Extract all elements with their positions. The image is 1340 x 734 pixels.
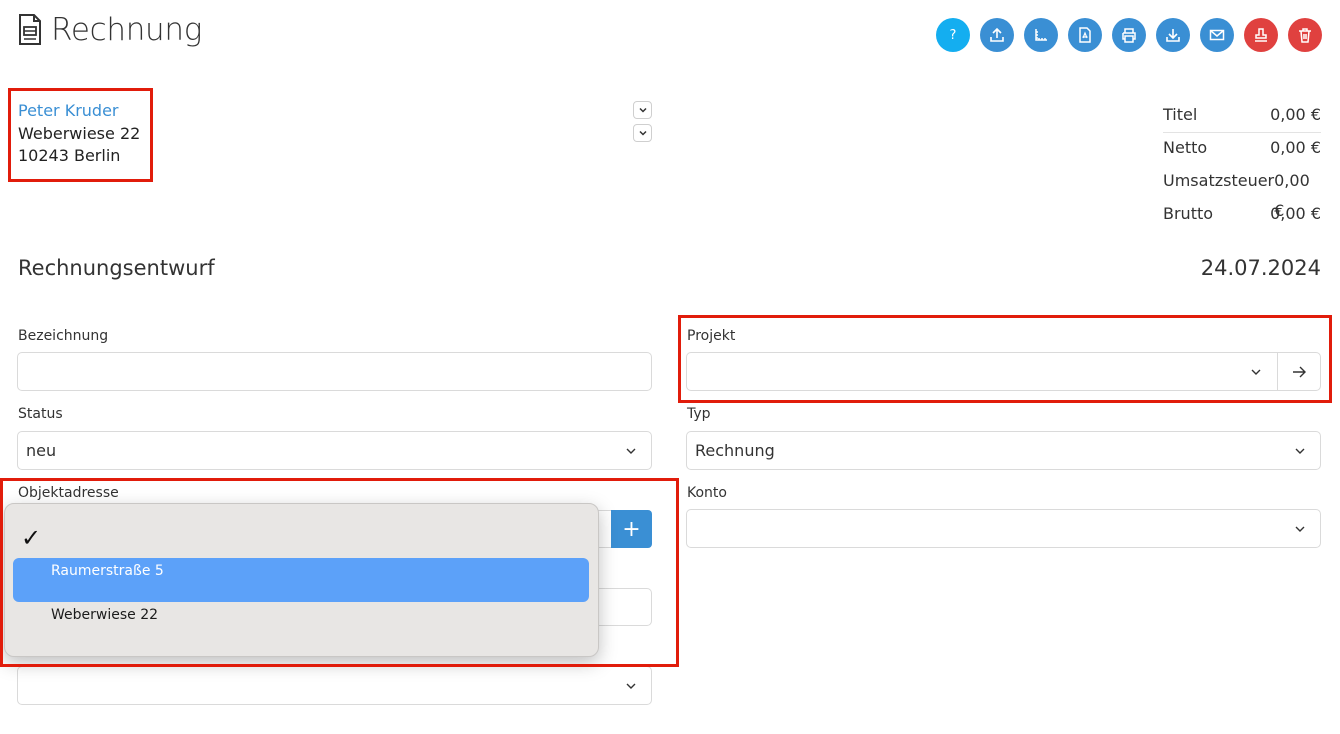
typ-value: Rechnung (695, 441, 775, 460)
status-label: Status (18, 406, 63, 422)
help-icon: ? (949, 27, 957, 43)
totals-table: Titel 0,00 € Netto 0,00 € Umsatzsteuer 0… (1163, 100, 1321, 232)
customer-address: Peter Kruder Weberwiese 22 10243 Berlin (18, 100, 140, 168)
totals-row: Netto 0,00 € (1163, 133, 1321, 166)
chevron-down-icon (638, 130, 647, 136)
projekt-select[interactable] (686, 352, 1321, 391)
totals-value: 0,00 € (1274, 171, 1310, 220)
bezeichnung-label: Bezeichnung (18, 328, 109, 344)
projekt-label: Projekt (687, 328, 736, 344)
upload-button[interactable] (980, 18, 1014, 52)
arrow-right-icon (1293, 366, 1306, 377)
download-icon (1166, 29, 1180, 42)
totals-label: Titel (1163, 105, 1198, 124)
toolbar: ? (936, 18, 1322, 52)
hidden-field-input[interactable] (592, 588, 652, 626)
totals-value: 0,00 € (1270, 138, 1321, 157)
stamp-icon (1255, 28, 1267, 42)
help-button[interactable]: ? (936, 18, 970, 52)
konto-label: Konto (687, 485, 727, 501)
pdf-icon (1079, 27, 1091, 43)
objektadresse-label: Objektadresse (18, 485, 119, 501)
address-street: Weberwiese 22 (18, 123, 141, 143)
status-value: neu (26, 441, 57, 460)
section-title: Rechnungsentwurf (18, 256, 215, 280)
bezeichnung-input[interactable] (17, 352, 652, 391)
checkmark-icon: ✓ (21, 524, 42, 552)
open-project-button[interactable] (1277, 353, 1320, 390)
dropdown-option[interactable]: Raumerstraße 5 (13, 558, 589, 602)
totals-row: Umsatzsteuer 0,00 € (1163, 166, 1321, 220)
print-icon (1122, 28, 1136, 43)
add-address-button[interactable]: + (611, 510, 652, 548)
mail-icon (1209, 29, 1225, 41)
chevron-down-icon (638, 107, 647, 113)
typ-label: Typ (687, 406, 711, 422)
ruler-button[interactable] (1024, 18, 1058, 52)
print-button[interactable] (1112, 18, 1146, 52)
lower-select[interactable] (17, 666, 652, 705)
download-button[interactable] (1156, 18, 1190, 52)
address-select[interactable] (633, 124, 652, 142)
totals-label: Netto (1163, 138, 1208, 157)
pdf-button[interactable] (1068, 18, 1102, 52)
totals-row: Brutto 0,00 € (1163, 199, 1321, 232)
chevron-down-icon (1251, 369, 1261, 375)
chevron-down-icon (626, 448, 636, 454)
totals-row: Titel 0,00 € (1163, 100, 1321, 133)
chevron-down-icon (1295, 448, 1305, 454)
plus-icon: + (622, 516, 641, 542)
delete-button[interactable] (1288, 18, 1322, 52)
mail-button[interactable] (1200, 18, 1234, 52)
trash-icon (1299, 28, 1311, 43)
upload-icon (990, 27, 1004, 42)
document-icon (19, 14, 41, 45)
status-select[interactable]: neu (17, 431, 652, 470)
address-city: 10243 Berlin (18, 146, 121, 165)
totals-label: Brutto (1163, 204, 1214, 223)
dropdown-option[interactable]: Weberwiese 22 (13, 602, 589, 646)
chevron-down-icon (626, 683, 636, 689)
ruler-icon (1035, 29, 1047, 41)
chevron-down-icon (1295, 526, 1305, 532)
invoice-date: 24.07.2024 (1200, 256, 1321, 280)
customer-name-link[interactable]: Peter Kruder (18, 100, 140, 123)
address-contact-select[interactable] (633, 101, 652, 119)
typ-select[interactable]: Rechnung (686, 431, 1321, 470)
totals-value: 0,00 € (1270, 105, 1321, 124)
page-title: Rechnung (51, 12, 203, 48)
konto-select[interactable] (686, 509, 1321, 548)
stamp-button[interactable] (1244, 18, 1278, 52)
objektadresse-dropdown: ✓ Raumerstraße 5 Weberwiese 22 (4, 503, 599, 657)
totals-value: 0,00 € (1270, 204, 1321, 223)
page-header: Rechnung (17, 12, 202, 48)
totals-label: Umsatzsteuer (1163, 171, 1275, 190)
